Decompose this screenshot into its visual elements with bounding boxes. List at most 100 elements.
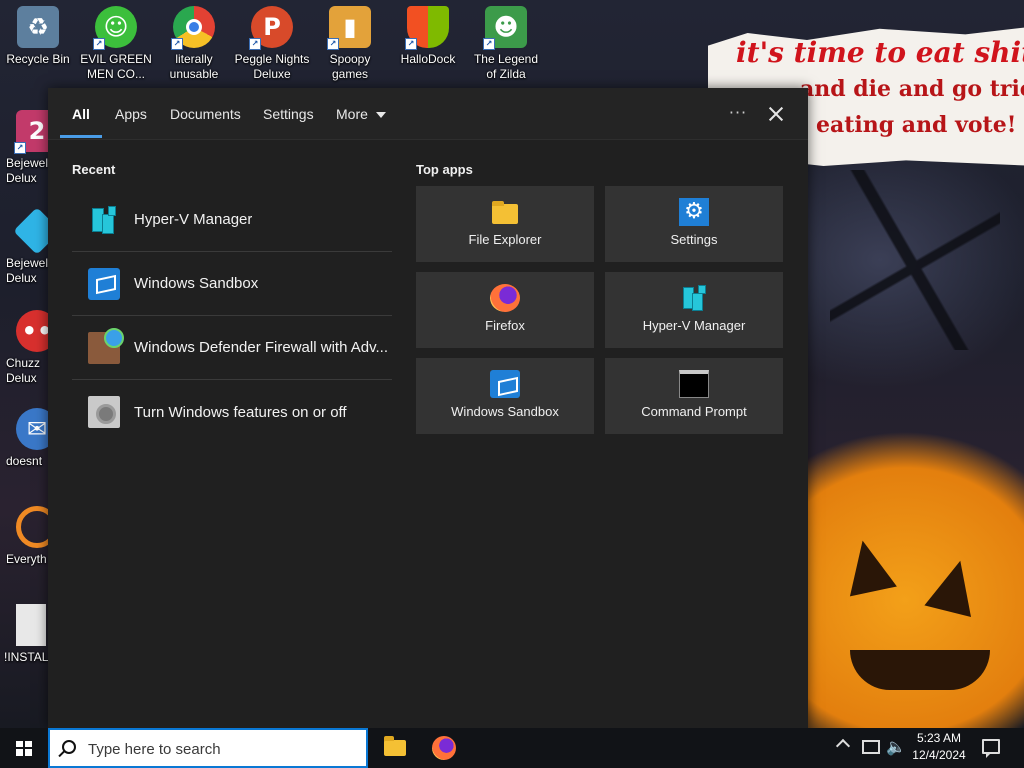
file-explorer-icon <box>490 198 520 226</box>
desktop-icon-legend-of-zilda[interactable]: ☻ ↗ The Legend of Zilda <box>468 0 544 82</box>
pumpkin-eye-left <box>839 535 897 597</box>
desktop-icon-label: Bejewel Delux <box>6 256 48 285</box>
top-app-firefox[interactable]: Firefox <box>416 272 594 348</box>
clock-date: 12/4/2024 <box>912 748 966 762</box>
desktop-icon-recycle-bin[interactable]: ♻ Recycle Bin <box>0 0 76 67</box>
top-app-label: Hyper-V Manager <box>642 318 746 333</box>
peggle-icon: P ↗ <box>249 6 293 50</box>
recent-item-label: Windows Defender Firewall with Adv... <box>134 339 388 356</box>
desktop-icon-label: Recycle Bin <box>6 52 70 66</box>
desktop-icon-bejeweled-1[interactable]: 2 ↗ Bejewel Delux <box>6 104 58 186</box>
desktop-icon-label: literally unusable <box>169 52 219 81</box>
recent-item-hyper-v-manager[interactable]: Hyper-V Manager <box>72 188 392 252</box>
desktop-icon-bejeweled-2[interactable]: Bejewel Delux <box>6 204 61 286</box>
desktop-icon-install-file[interactable]: !INSTALL <box>4 598 48 665</box>
taskbar-file-explorer[interactable] <box>370 728 418 768</box>
desktop-icon-label: Spoopy games <box>329 52 371 81</box>
top-app-windows-sandbox[interactable]: Windows Sandbox <box>416 358 594 434</box>
top-apps-section-title: Top apps <box>416 162 473 177</box>
tab-documents[interactable]: Documents <box>170 88 241 140</box>
action-center-icon[interactable] <box>982 739 1000 758</box>
network-icon[interactable] <box>862 740 880 754</box>
desktop-icon-label: Bejewel Delux <box>6 156 48 185</box>
desktop-icon-everything[interactable]: Everyth <box>6 500 58 567</box>
hyper-v-icon <box>88 204 120 236</box>
close-button[interactable] <box>762 100 790 128</box>
tab-settings[interactable]: Settings <box>263 88 314 140</box>
desktop-icon-hallodock[interactable]: ↗ HalloDock <box>390 0 466 67</box>
desktop-icon-label: Peggle Nights Deluxe <box>234 52 310 81</box>
desktop-icon-label: HalloDock <box>400 52 456 66</box>
firefox-icon <box>432 736 456 760</box>
poster-line-2: and die and go trick <box>800 76 1024 102</box>
text-file-icon <box>16 604 46 646</box>
desktop-icon-label: EVIL GREEN MEN CO... <box>80 52 152 81</box>
start-button[interactable] <box>0 728 48 768</box>
desktop-icon-label: The Legend of Zilda <box>473 52 539 81</box>
wallpaper-pumpkin <box>830 500 1000 720</box>
top-app-label: Firefox <box>485 318 525 333</box>
tab-more-label: More <box>336 106 368 122</box>
windows-features-icon <box>88 396 120 428</box>
recycle-bin-icon: ♻ <box>17 6 59 48</box>
zilda-icon: ☻ ↗ <box>483 6 527 50</box>
taskbar-search-box[interactable] <box>48 728 368 768</box>
pumpkin-mouth <box>850 650 990 690</box>
sandbox-icon <box>88 267 120 300</box>
top-app-label: Windows Sandbox <box>451 404 559 419</box>
top-app-file-explorer[interactable]: File Explorer <box>416 186 594 262</box>
search-icon <box>62 740 76 754</box>
desktop-icon-doesnt[interactable]: ✉ doesnt <box>6 402 58 469</box>
desktop-icon-peggle-nights[interactable]: P ↗ Peggle Nights Deluxe <box>234 0 310 82</box>
poster-line-3: eating and vote! <box>816 112 1017 138</box>
pumpkin-eye-right <box>924 554 984 618</box>
desktop-icon-label: doesnt <box>6 454 43 468</box>
recent-item-defender-firewall[interactable]: Windows Defender Firewall with Adv... <box>72 316 392 380</box>
search-flyout-header: All Apps Documents Settings More ··· <box>48 88 808 140</box>
top-app-command-prompt[interactable]: Command Prompt <box>605 358 783 434</box>
desktop-icon-spoopy-games[interactable]: ▮ ↗ Spoopy games <box>312 0 388 82</box>
top-app-label: File Explorer <box>468 232 542 247</box>
desktop-icon-evil-green-men[interactable]: ☺ ↗ EVIL GREEN MEN CO... <box>78 0 154 82</box>
settings-gear-icon <box>679 198 709 226</box>
taskbar: 🔈 5:23 AM 12/4/2024 <box>0 728 1024 768</box>
recent-section-title: Recent <box>72 162 116 177</box>
volume-icon[interactable]: 🔈 <box>886 736 906 758</box>
chevron-down-icon <box>375 112 386 119</box>
taskbar-firefox[interactable] <box>420 728 468 768</box>
recent-item-windows-features[interactable]: Turn Windows features on or off <box>72 380 392 444</box>
desktop-icon-chuzzle[interactable]: •• Chuzz Delux <box>6 304 58 386</box>
more-options-button[interactable]: ··· <box>724 100 752 128</box>
search-flyout: All Apps Documents Settings More ··· Rec… <box>48 88 808 728</box>
folder-icon: ▮ ↗ <box>327 6 371 50</box>
chrome-icon: ↗ <box>171 6 215 50</box>
messenger-icon: ☺ ↗ <box>93 6 137 50</box>
top-app-label: Command Prompt <box>641 404 747 419</box>
firewall-icon <box>88 327 124 364</box>
tab-all[interactable]: All <box>60 88 102 140</box>
recent-item-windows-sandbox[interactable]: Windows Sandbox <box>72 252 392 316</box>
tab-more[interactable]: More <box>336 88 386 140</box>
top-app-settings[interactable]: Settings <box>605 186 783 262</box>
windows-shield-icon: ↗ <box>405 6 449 50</box>
show-hidden-icons-chevron-up-icon[interactable] <box>835 738 851 754</box>
desktop-icon-literally-unusable[interactable]: ↗ literally unusable <box>156 0 232 82</box>
taskbar-clock[interactable]: 5:23 AM 12/4/2024 <box>906 730 972 766</box>
top-app-hyper-v-manager[interactable]: Hyper-V Manager <box>605 272 783 348</box>
recent-item-label: Turn Windows features on or off <box>134 403 347 421</box>
firefox-icon <box>490 284 520 312</box>
windows-logo-icon <box>16 741 32 756</box>
desktop-icon-label: Chuzz Delux <box>6 356 41 385</box>
recent-item-label: Hyper-V Manager <box>134 211 253 228</box>
top-app-label: Settings <box>670 232 718 247</box>
command-prompt-icon <box>679 370 709 398</box>
desktop-icon-label: Everyth <box>6 552 47 566</box>
file-explorer-icon <box>384 736 406 756</box>
recent-item-label: Windows Sandbox <box>134 275 259 292</box>
desktop-icon-label: !INSTALL <box>4 650 48 664</box>
hyper-v-icon <box>679 284 709 312</box>
wallpaper-tree <box>830 170 1000 350</box>
tab-apps[interactable]: Apps <box>115 88 147 140</box>
search-input[interactable] <box>88 738 358 760</box>
poster-line-1: it's time to eat shit <box>736 36 1024 69</box>
